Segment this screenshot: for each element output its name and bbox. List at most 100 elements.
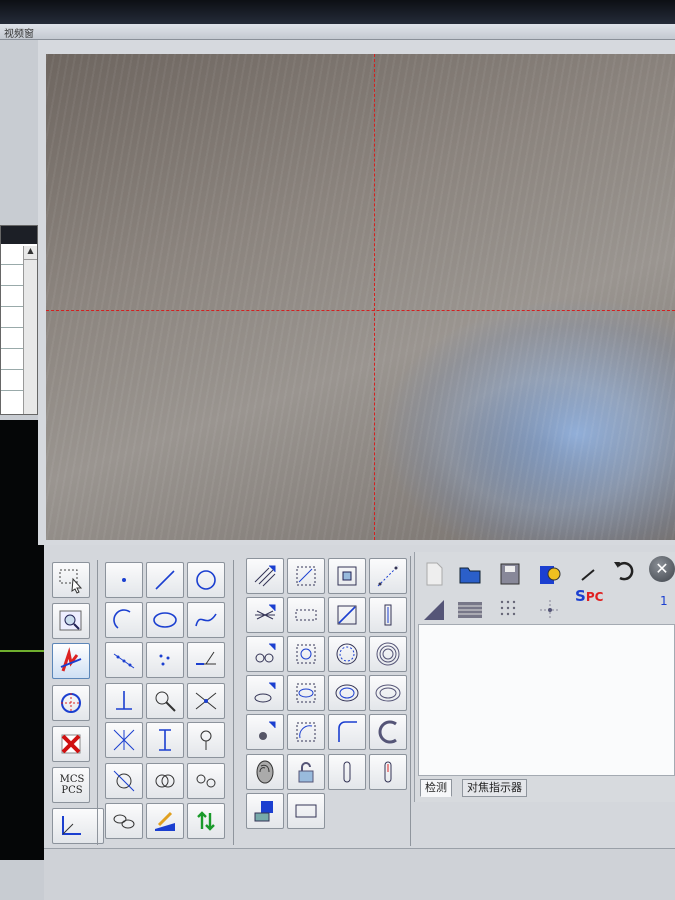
edit-button[interactable] [146, 803, 184, 839]
delete-icon [61, 734, 81, 754]
point-cloud-button[interactable] [146, 642, 184, 678]
circle-line-button[interactable] [105, 763, 143, 799]
run-program-button[interactable] [536, 560, 564, 588]
angle-button[interactable] [187, 642, 225, 678]
curve-button[interactable] [187, 602, 225, 638]
table-row[interactable] [1, 349, 23, 370]
width-button[interactable] [146, 722, 184, 758]
ellipse-button[interactable] [146, 602, 184, 638]
result-list[interactable] [418, 624, 675, 776]
folder-open-icon [459, 567, 481, 584]
concentric-scan-button[interactable] [369, 636, 407, 672]
chain-button[interactable] [105, 803, 143, 839]
auto-edge-button[interactable] [246, 597, 284, 633]
slot-icon [343, 761, 351, 783]
corner-scan-button[interactable] [328, 714, 366, 750]
coordinate-grid-icon [540, 600, 560, 620]
auto-line-scan-button[interactable] [246, 558, 284, 594]
rectangle-button[interactable] [287, 793, 325, 829]
slot-measure-button[interactable] [369, 754, 407, 790]
chart-button[interactable] [420, 596, 448, 624]
delete-button[interactable] [52, 726, 90, 762]
probe-button[interactable] [146, 683, 184, 719]
distance-button[interactable] [105, 683, 143, 719]
undo-icon [614, 561, 634, 581]
circle-distance-button[interactable] [187, 763, 225, 799]
window-titlebar: 视频窗 [0, 24, 675, 40]
machine-button[interactable] [246, 793, 284, 829]
arc-ring-button[interactable] [369, 714, 407, 750]
table-row[interactable] [1, 328, 23, 349]
auto-circle-button[interactable] [246, 636, 284, 672]
focus-window-button[interactable] [328, 558, 366, 594]
multi-point-line-button[interactable] [105, 642, 143, 678]
table-row[interactable] [1, 265, 23, 286]
coordinate-grid-button[interactable] [536, 596, 564, 624]
circle-distance-icon [196, 774, 216, 788]
point-button[interactable] [105, 562, 143, 598]
slash-icon [581, 569, 595, 581]
run-program-icon [540, 566, 561, 584]
new-file-button[interactable] [420, 560, 448, 588]
ellipse-concentric-button[interactable] [369, 675, 407, 711]
rect-scan-button[interactable] [287, 597, 325, 633]
tab-focus-indicator[interactable]: 对焦指示器 [462, 779, 527, 797]
symmetry-button[interactable] [105, 722, 143, 758]
intersection-button[interactable] [187, 683, 225, 719]
two-circles-button[interactable] [146, 763, 184, 799]
camera-view[interactable] [46, 54, 675, 540]
spc-label-red: PC [585, 590, 604, 604]
circle-button[interactable] [187, 562, 225, 598]
sort-button[interactable] [187, 803, 225, 839]
vertical-scan-button[interactable] [369, 597, 407, 633]
area-scan-button[interactable] [287, 558, 325, 594]
line-tool-button[interactable] [574, 560, 602, 588]
report-button[interactable] [456, 596, 484, 624]
ellipse-scan-button[interactable] [287, 675, 325, 711]
fingerprint-button[interactable] [246, 754, 284, 790]
auto-ellipse-button[interactable] [246, 675, 284, 711]
axis-icon [62, 816, 81, 835]
coordinate-system-button[interactable]: MCS PCS [52, 767, 90, 803]
arc-scan-button[interactable] [287, 714, 325, 750]
table-row[interactable] [1, 244, 23, 265]
lock-button[interactable] [287, 754, 325, 790]
table-scrollbar[interactable]: ▲ [23, 246, 37, 414]
table-row[interactable] [1, 286, 23, 307]
dotted-line-button[interactable] [369, 558, 407, 594]
pcs-label: PCS [61, 785, 83, 796]
arc-button[interactable] [105, 602, 143, 638]
grid-button[interactable] [496, 596, 524, 624]
slot-button[interactable] [328, 754, 366, 790]
ellipse-ring-button[interactable] [328, 675, 366, 711]
window-title: 视频窗 [4, 29, 34, 40]
table-row[interactable] [1, 307, 23, 328]
align-button[interactable] [52, 643, 90, 679]
arc-scan-icon [296, 722, 316, 742]
auto-circle-icon [255, 643, 276, 663]
chart-icon [424, 600, 444, 620]
save-button[interactable] [496, 560, 524, 588]
open-button[interactable] [456, 560, 484, 588]
tab-inspect[interactable]: 检测 [420, 779, 452, 797]
pin-point-button[interactable] [187, 722, 225, 758]
ring-scan-button[interactable] [328, 636, 366, 672]
auto-arc-button[interactable] [246, 714, 284, 750]
line-button[interactable] [146, 562, 184, 598]
width-icon [159, 729, 171, 751]
construct-button[interactable] [52, 685, 90, 721]
spc-button[interactable]: SPC [575, 587, 603, 605]
table-row[interactable] [1, 370, 23, 391]
coordinate-table[interactable]: ▲ [0, 225, 38, 415]
scroll-up-icon[interactable]: ▲ [24, 246, 37, 260]
zoom-window-icon [59, 610, 82, 631]
vertical-scan-icon [384, 604, 392, 626]
undo-button[interactable] [610, 556, 638, 584]
zoom-window-button[interactable] [52, 603, 90, 639]
close-button[interactable]: ✕ [649, 556, 675, 582]
corner-scan-icon [338, 721, 357, 742]
circle-scan-button[interactable] [287, 636, 325, 672]
diagonal-scan-button[interactable] [328, 597, 366, 633]
select-button[interactable] [52, 562, 90, 598]
auto-ellipse-icon [254, 682, 276, 703]
